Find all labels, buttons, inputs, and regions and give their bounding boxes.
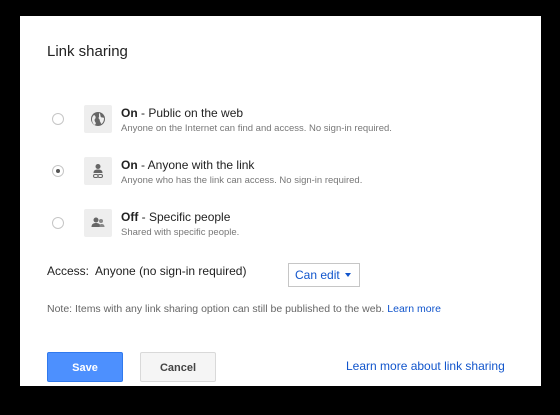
link-sharing-dialog: Link sharing On - Public on the web Anyo… <box>20 16 541 386</box>
option-description: Shared with specific people. <box>121 227 240 238</box>
cancel-button[interactable]: Cancel <box>140 352 216 382</box>
note-text: Note: Items with any link sharing option… <box>47 303 385 315</box>
person-link-icon <box>84 157 112 185</box>
save-button[interactable]: Save <box>47 352 123 382</box>
access-label: Access: <box>47 264 90 278</box>
access-value: Anyone (no sign-in required) <box>95 264 247 278</box>
radio-anyone-with-link[interactable] <box>52 165 64 177</box>
option-description: Anyone who has the link can access. No s… <box>121 175 363 186</box>
radio-public-on-web[interactable] <box>52 113 64 125</box>
dialog-title: Link sharing <box>47 43 128 60</box>
option-description: Anyone on the Internet can find and acce… <box>121 123 392 134</box>
chevron-down-icon <box>345 273 351 277</box>
access-row: Access: Anyone (no sign-in required) <box>47 264 246 278</box>
option-public-on-web[interactable]: On - Public on the web Anyone on the Int… <box>20 104 541 144</box>
permission-dropdown[interactable]: Can edit <box>288 263 360 287</box>
publish-note: Note: Items with any link sharing option… <box>47 303 441 315</box>
option-title: On - Public on the web <box>121 106 244 120</box>
radio-specific-people[interactable] <box>52 217 64 229</box>
globe-icon <box>84 105 112 133</box>
option-specific-people[interactable]: Off - Specific people Shared with specif… <box>20 208 541 248</box>
option-anyone-with-link[interactable]: On - Anyone with the link Anyone who has… <box>20 156 541 196</box>
option-title: Off - Specific people <box>121 210 231 224</box>
learn-more-link[interactable]: Learn more <box>387 303 441 315</box>
option-title: On - Anyone with the link <box>121 158 255 172</box>
people-icon <box>84 209 112 237</box>
learn-more-link-sharing[interactable]: Learn more about link sharing <box>346 359 505 373</box>
permission-value: Can edit <box>295 268 340 282</box>
